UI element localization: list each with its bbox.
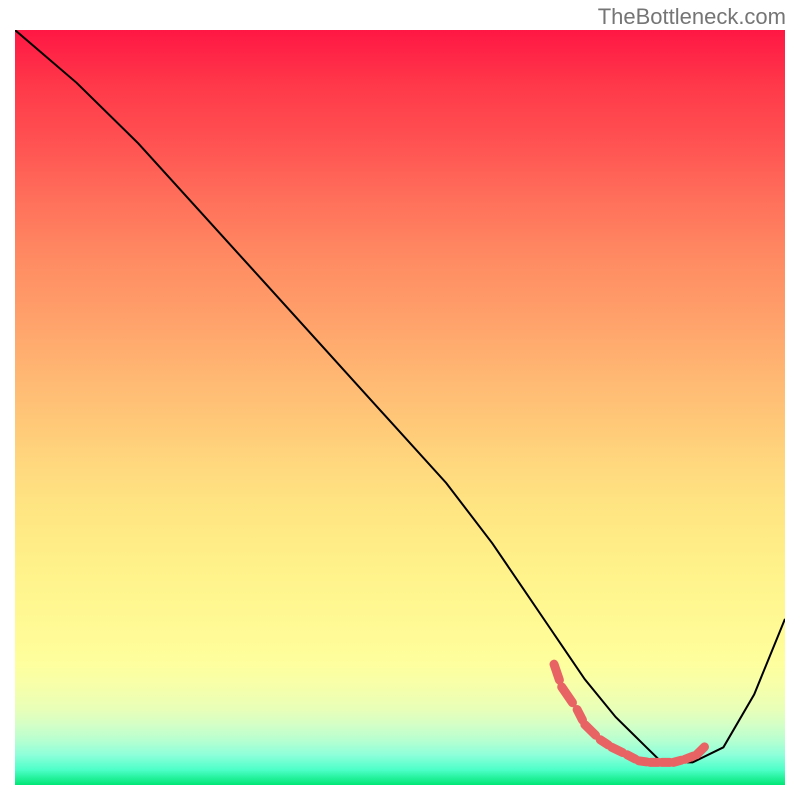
watermark-text: TheBottleneck.com (598, 4, 786, 30)
chart-container (15, 30, 785, 785)
gradient-background (15, 30, 785, 785)
